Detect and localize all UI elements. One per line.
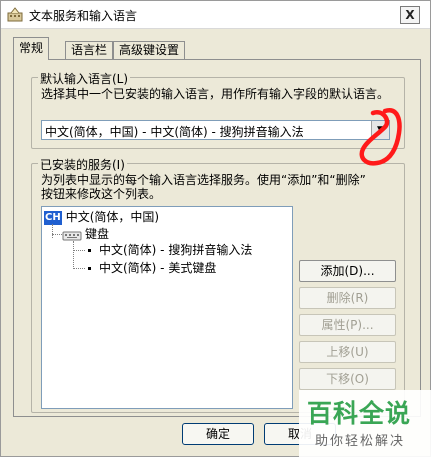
default-language-select[interactable]: 中文(简体，中国) - 中文(简体) - 搜狗拼音输入法 ▼ (41, 120, 390, 140)
add-button[interactable]: 添加(D)... (299, 260, 396, 282)
tree-language-label: 中文(简体，中国) (65, 210, 160, 224)
window-title: 文本服务和输入语言 (29, 9, 138, 23)
services-tree[interactable]: CH 中文(简体，中国) 键盘 中文(简体) - 搜狗拼音输入法 中文(简体) -… (41, 206, 293, 409)
watermark-title: 百科全说 (307, 399, 412, 428)
dialog-window: 文本服务和输入语言 X 常规 语言栏 高级键设置 默认输入语言(L) 选择其中一… (0, 0, 431, 458)
tree-service-item[interactable]: 中文(简体) - 美式键盘 (88, 260, 216, 276)
tab-general[interactable]: 常规 (13, 37, 50, 60)
default-language-selected: 中文(简体，中国) - 中文(简体) - 搜狗拼音输入法 (45, 125, 304, 139)
keyboard-icon (62, 231, 82, 240)
close-button[interactable]: X (400, 6, 420, 24)
tree-connector (73, 250, 85, 251)
keyboard-app-icon (7, 7, 23, 22)
installed-services-description-2: 按钮来修改这个列表。 (41, 187, 162, 201)
tree-service-item[interactable]: 中文(简体) - 搜狗拼音输入法 (88, 242, 252, 258)
move-down-button[interactable]: 下移(O) (299, 368, 396, 390)
remove-button[interactable]: 删除(R) (299, 287, 396, 309)
watermark-subtitle: 助你轻松解决 (315, 434, 406, 449)
default-language-description: 选择其中一个已安装的输入语言，用作所有输入字段的默认语言。 (41, 87, 390, 101)
title-bar: 文本服务和输入语言 X (1, 1, 430, 29)
tree-connector (73, 268, 85, 269)
language-badge: CH (44, 210, 62, 225)
tree-keyboard-node[interactable]: 键盘 (62, 226, 109, 242)
bullet-icon (88, 249, 91, 252)
tree-connector (52, 224, 53, 238)
red-circle-annotation (359, 108, 402, 166)
tree-keyboard-label: 键盘 (85, 227, 110, 241)
tree-service-label: 中文(简体) - 搜狗拼音输入法 (99, 243, 253, 257)
tab-language-bar[interactable]: 语言栏 (65, 41, 114, 59)
watermark-logo: 百科全说 助你轻松解决 (299, 390, 431, 458)
properties-button[interactable]: 属性(P)... (299, 314, 396, 336)
tab-advanced-key-settings[interactable]: 高级键设置 (113, 41, 186, 59)
move-up-button[interactable]: 上移(U) (299, 341, 396, 363)
ok-button[interactable]: 确定 (182, 423, 254, 445)
tree-connector (52, 234, 62, 235)
tree-connector (73, 241, 74, 269)
tree-service-label: 中文(简体) - 美式键盘 (99, 261, 217, 275)
tree-language-node[interactable]: CH 中文(简体，中国) (44, 209, 159, 225)
bullet-icon (88, 267, 91, 270)
